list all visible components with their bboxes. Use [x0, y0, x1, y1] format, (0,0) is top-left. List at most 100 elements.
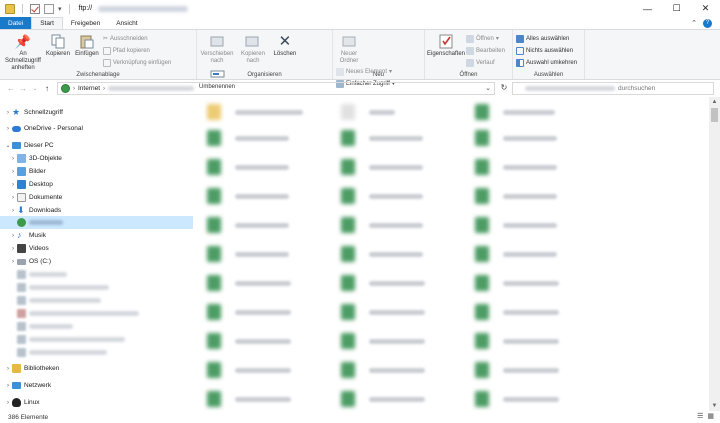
nav-documents[interactable]: › Dokumente	[0, 191, 193, 204]
file-item[interactable]	[341, 272, 481, 294]
recent-locations-icon[interactable]: ⌄	[29, 85, 41, 92]
nav-network-drive[interactable]	[0, 346, 193, 359]
expand-chevron-icon[interactable]: ›	[9, 208, 17, 214]
file-item[interactable]	[341, 301, 481, 323]
copy-to-button[interactable]: Kopieren nach	[236, 32, 270, 65]
maximize-button[interactable]: ☐	[662, 0, 691, 17]
file-item[interactable]	[207, 243, 347, 265]
file-item[interactable]	[341, 388, 481, 410]
tab-file[interactable]: Datei	[0, 17, 32, 29]
cut-button[interactable]: ✂ Ausschneiden	[103, 33, 171, 44]
scrollbar-thumb[interactable]	[711, 108, 718, 122]
file-item[interactable]	[207, 101, 347, 123]
nav-desktop[interactable]: › Desktop	[0, 178, 193, 191]
file-item[interactable]	[475, 101, 615, 123]
delete-button[interactable]: ✕ Löschen	[272, 32, 298, 58]
nav-network-drive[interactable]	[0, 281, 193, 294]
help-icon[interactable]: ?	[703, 18, 712, 28]
edit-button[interactable]: Bearbeiten	[465, 45, 505, 56]
expand-chevron-icon[interactable]: ›	[9, 259, 17, 265]
nav-network-drive[interactable]	[0, 320, 193, 333]
paste-shortcut-button[interactable]: Verknüpfung einfügen	[102, 57, 171, 68]
up-arrow-icon[interactable]: ↑	[41, 84, 53, 93]
nav-music[interactable]: › ♪ Musik	[0, 229, 193, 242]
new-folder-button[interactable]: Neuer Ordner	[336, 32, 362, 65]
expand-chevron-icon[interactable]: ›	[9, 182, 17, 188]
open-button[interactable]: Öffnen ▾	[465, 33, 505, 44]
expand-chevron-icon[interactable]: ›	[4, 366, 12, 372]
nav-3d-objects[interactable]: › 3D-Objekte	[0, 152, 193, 165]
expand-chevron-icon[interactable]: ›	[9, 195, 17, 201]
nav-network-drive[interactable]	[0, 333, 193, 346]
collapse-ribbon-icon[interactable]: ⌃	[691, 19, 697, 27]
expand-chevron-icon[interactable]: ›	[9, 233, 17, 239]
scroll-down-arrow-icon[interactable]: ▼	[709, 401, 720, 411]
new-folder-quick-icon[interactable]	[44, 3, 54, 14]
properties-quick-icon[interactable]	[30, 3, 40, 14]
address-bar[interactable]: › Internet › ⌄	[57, 82, 495, 95]
file-item[interactable]	[207, 127, 347, 149]
file-item[interactable]	[207, 359, 347, 381]
expand-chevron-icon[interactable]: ›	[4, 110, 12, 116]
nav-libraries[interactable]: › Bibliotheken	[0, 362, 193, 375]
file-item[interactable]	[341, 185, 481, 207]
address-dropdown-icon[interactable]: ⌄	[485, 84, 491, 92]
nav-network-drive[interactable]	[0, 294, 193, 307]
refresh-icon[interactable]: ↻	[498, 83, 510, 95]
file-item[interactable]	[341, 330, 481, 352]
nav-network-drive[interactable]	[0, 307, 193, 320]
pin-quick-access-button[interactable]: 📌 An Schnellzugriff anheften	[3, 32, 43, 72]
nav-pictures[interactable]: › Bilder	[0, 165, 193, 178]
file-item[interactable]	[207, 214, 347, 236]
file-item[interactable]	[341, 214, 481, 236]
properties-button[interactable]: Eigenschaften	[427, 32, 465, 58]
forward-arrow-icon[interactable]: →	[17, 84, 29, 93]
nav-ftp-location-selected[interactable]	[0, 216, 193, 229]
file-item[interactable]	[475, 301, 615, 323]
details-view-icon[interactable]: ☰	[697, 412, 703, 420]
close-button[interactable]: ✕	[691, 0, 720, 17]
breadcrumb-internet[interactable]: Internet	[78, 85, 100, 92]
invert-selection-button[interactable]: Auswahl umkehren	[516, 57, 577, 68]
back-arrow-icon[interactable]: ←	[5, 84, 17, 93]
expand-chevron-icon[interactable]: ›	[9, 246, 17, 252]
expand-chevron-icon[interactable]: ›	[4, 383, 12, 389]
nav-network[interactable]: › Netzwerk	[0, 379, 193, 392]
file-item[interactable]	[207, 272, 347, 294]
minimize-button[interactable]: —	[633, 0, 662, 17]
nav-quick-access[interactable]: › ★ Schnellzugriff	[0, 106, 193, 119]
file-item[interactable]	[475, 214, 615, 236]
expand-chevron-icon[interactable]: ›	[9, 169, 17, 175]
file-item[interactable]	[341, 156, 481, 178]
file-item[interactable]	[341, 101, 481, 123]
tab-start[interactable]: Start	[31, 17, 63, 29]
file-item[interactable]	[341, 127, 481, 149]
move-to-button[interactable]: Verschieben nach	[200, 32, 234, 65]
select-none-button[interactable]: Nichts auswählen	[516, 45, 577, 56]
file-item[interactable]	[475, 359, 615, 381]
nav-videos[interactable]: › Videos	[0, 242, 193, 255]
nav-onedrive[interactable]: › OneDrive - Personal	[0, 122, 193, 135]
file-item[interactable]	[475, 127, 615, 149]
file-item[interactable]	[207, 156, 347, 178]
collapse-chevron-icon[interactable]: ⌄	[4, 142, 12, 149]
file-item[interactable]	[475, 185, 615, 207]
expand-chevron-icon[interactable]: ›	[9, 156, 17, 162]
select-all-button[interactable]: Alles auswählen	[516, 33, 577, 44]
file-item[interactable]	[207, 330, 347, 352]
file-item[interactable]	[475, 330, 615, 352]
expand-chevron-icon[interactable]: ›	[4, 400, 12, 406]
vertical-scrollbar[interactable]: ▲ ▼	[709, 97, 720, 411]
file-item[interactable]	[475, 243, 615, 265]
file-item[interactable]	[475, 272, 615, 294]
tab-view[interactable]: Ansicht	[108, 17, 145, 29]
tab-share[interactable]: Freigeben	[63, 17, 108, 29]
large-icons-view-icon[interactable]: ▦	[707, 412, 714, 420]
search-input[interactable]: durchsuchen	[512, 82, 714, 95]
file-item[interactable]	[341, 243, 481, 265]
expand-chevron-icon[interactable]: ›	[4, 126, 12, 132]
history-button[interactable]: Verlauf	[465, 57, 505, 68]
file-item[interactable]	[475, 388, 615, 410]
paste-button[interactable]: Einfügen	[73, 32, 101, 58]
copy-path-button[interactable]: Pfad kopieren	[102, 45, 171, 56]
